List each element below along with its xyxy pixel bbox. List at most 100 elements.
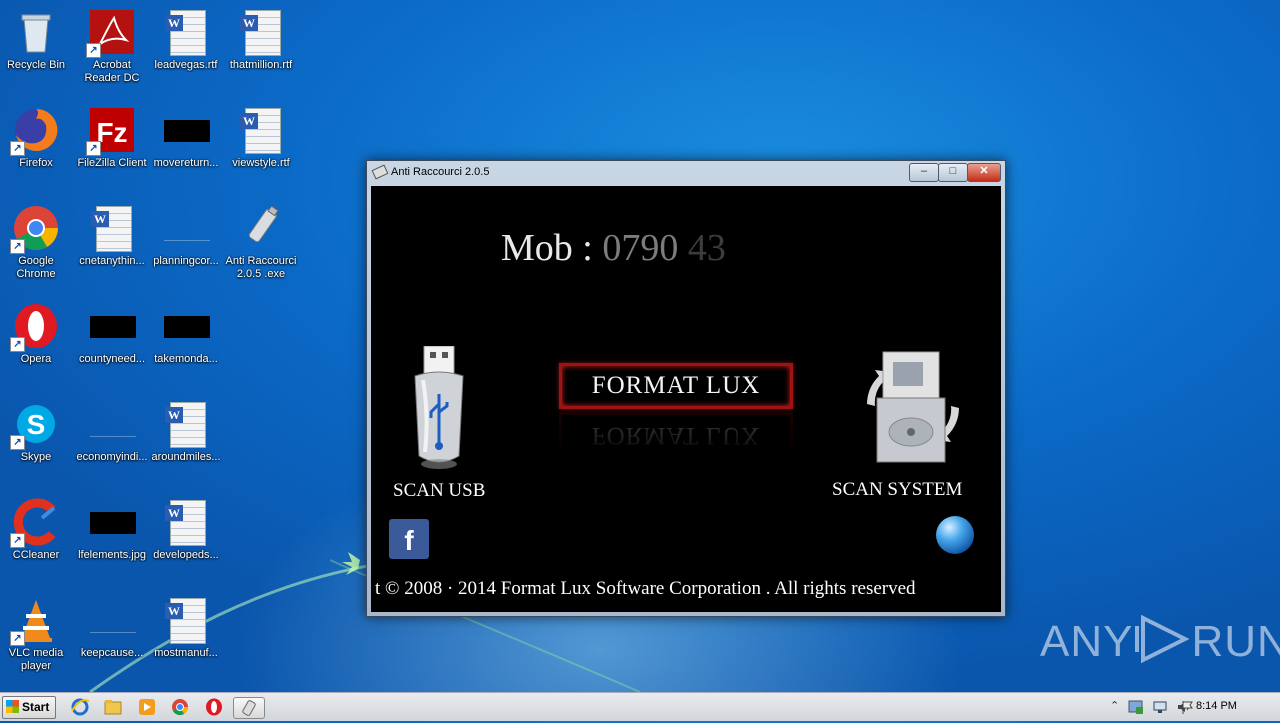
taskbar-clock[interactable]: 8:14 PM — [1196, 700, 1237, 712]
desktop-icon-label: countyneed... — [78, 353, 146, 365]
desktop-icon-label: thatmillion.rtf — [229, 59, 293, 71]
desktop-icon-label: CCleaner — [12, 549, 60, 561]
image-file-icon — [88, 596, 136, 644]
facebook-icon[interactable]: f — [389, 519, 429, 559]
word-document-icon: W — [88, 204, 136, 252]
internet-explorer-icon[interactable] — [70, 697, 90, 717]
recycle-bin-icon — [12, 8, 60, 56]
desktop-icon-label: lfelements.jpg — [78, 549, 146, 561]
mobile-number: Mob : 0790 43 — [501, 226, 726, 270]
word-document-icon: W — [162, 400, 210, 448]
usb-stick-icon[interactable] — [409, 346, 469, 474]
explorer-folder-icon[interactable] — [103, 697, 123, 717]
word-document-icon: W — [237, 8, 285, 56]
image-file-icon — [88, 400, 136, 448]
desktop-icon-label: developeds... — [153, 549, 219, 561]
chrome-icon: ↗ — [10, 204, 60, 254]
desktop-icon-lfelements[interactable]: lfelements.jpg — [74, 498, 150, 562]
desktop-icon-ccleaner[interactable]: ↗ CCleaner — [0, 498, 74, 562]
desktop-icon-label: VLC media player — [8, 647, 64, 672]
desktop-icon-economyindi[interactable]: economyindi... — [74, 400, 150, 464]
shortcut-arrow-icon: ↗ — [10, 435, 25, 450]
desktop-icon-opera[interactable]: ↗ Opera — [0, 302, 74, 366]
desktop-icon-viewstyle[interactable]: W viewstyle.rtf — [223, 106, 299, 170]
window-title: Anti Raccourci 2.0.5 — [391, 166, 490, 178]
desktop-icon-label: Google Chrome — [16, 255, 56, 280]
desktop-icon-cnetanythin[interactable]: W cnetanythin... — [74, 204, 150, 268]
start-label: Start — [22, 700, 50, 714]
flag-icon[interactable] — [1180, 699, 1196, 715]
anti-raccourci-window: Anti Raccourci 2.0.5 – □ ✕ Mob : 0790 43… — [366, 160, 1006, 617]
desktop-icon-label: Opera — [20, 353, 52, 365]
format-lux-reflection: FORMAT LUX — [559, 412, 793, 458]
word-document-icon: W — [162, 498, 210, 546]
chrome-taskbar-icon[interactable] — [170, 697, 190, 717]
mob-number-faded: 43 — [687, 227, 726, 269]
desktop-icon-label: Firefox — [19, 157, 53, 169]
shortcut-arrow-icon: ↗ — [10, 337, 25, 352]
shortcut-arrow-icon: ↗ — [86, 43, 101, 58]
window-titlebar[interactable]: Anti Raccourci 2.0.5 – □ ✕ — [367, 161, 1005, 185]
desktop-icon-chrome[interactable]: ↗ Google Chrome — [0, 204, 74, 281]
desktop-icon-label: Recycle Bin — [6, 59, 66, 71]
desktop-icon-label: Skype — [20, 451, 52, 463]
filezilla-icon: Fz ↗ — [86, 106, 136, 156]
desktop-icon-anti-raccourci[interactable]: Anti Raccourci 2.0.5 .exe — [223, 204, 299, 281]
desktop-icon-label: mostmanuf... — [154, 647, 218, 659]
desktop-icon-mostmanuf[interactable]: W mostmanuf... — [148, 596, 224, 660]
desktop-icon-skype[interactable]: S ↗ Skype — [0, 400, 74, 464]
desktop-icon-planningcor[interactable]: planningcor... — [148, 204, 224, 268]
minimize-button[interactable]: – — [909, 163, 939, 182]
desktop-icon-acrobat[interactable]: ↗ Acrobat Reader DC — [74, 8, 150, 85]
word-document-icon: W — [237, 106, 285, 154]
tray-chevron-icon[interactable]: ⌃ — [1110, 699, 1119, 712]
shortcut-arrow-icon: ↗ — [10, 631, 25, 646]
image-file-icon — [88, 302, 136, 350]
desktop-icon-thatmillion[interactable]: W thatmillion.rtf — [223, 8, 299, 72]
desktop-icon-takemonda[interactable]: takemonda... — [148, 302, 224, 366]
desktop-icon-recycle-bin[interactable]: Recycle Bin — [0, 8, 74, 72]
desktop-icon-label: Anti Raccourci 2.0.5 .exe — [225, 255, 297, 280]
website-globe-icon[interactable] — [936, 516, 974, 554]
desktop-icon-aroundmiles[interactable]: W aroundmiles... — [148, 400, 224, 464]
desktop-icon-movereturn[interactable]: movereturn... — [148, 106, 224, 170]
desktop-icon-label: viewstyle.rtf — [232, 157, 290, 169]
watermark-text-right: RUN — [1191, 617, 1280, 666]
usb-drive-icon — [237, 204, 285, 252]
firefox-icon: ↗ — [10, 106, 60, 156]
desktop-icon-developeds[interactable]: W developeds... — [148, 498, 224, 562]
desktop-icon-leadvegas[interactable]: W leadvegas.rtf — [148, 8, 224, 72]
acrobat-reader-icon: ↗ — [86, 8, 136, 58]
close-button[interactable]: ✕ — [967, 163, 1001, 182]
mob-number: 0790 — [602, 227, 679, 269]
desktop-icon-label: economyindi... — [76, 451, 148, 463]
media-player-icon[interactable] — [137, 697, 157, 717]
svg-text:Fz: Fz — [96, 117, 127, 148]
scan-system-label[interactable]: SCAN SYSTEM — [832, 479, 962, 501]
mob-label: Mob : — [501, 227, 603, 269]
desktop-icon-keepcause[interactable]: keepcause... — [74, 596, 150, 660]
network-icon[interactable] — [1152, 699, 1168, 715]
scan-usb-label[interactable]: SCAN USB — [393, 480, 485, 502]
desktop-icon-vlc[interactable]: ↗ VLC media player — [0, 596, 74, 673]
shortcut-arrow-icon: ↗ — [10, 533, 25, 548]
word-document-icon: W — [162, 8, 210, 56]
shortcut-arrow-icon: ↗ — [10, 239, 25, 254]
desktop-icon-filezilla[interactable]: Fz ↗ FileZilla Client — [74, 106, 150, 170]
desktop-icon-countyneed[interactable]: countyneed... — [74, 302, 150, 366]
anti-raccourci-taskbar-button[interactable] — [233, 697, 265, 719]
action-center-icon[interactable] — [1128, 699, 1144, 715]
word-document-icon: W — [162, 596, 210, 644]
opera-taskbar-icon[interactable] — [204, 697, 224, 717]
format-lux-button[interactable]: FORMAT LUX — [559, 363, 793, 409]
play-logo-icon — [1135, 614, 1190, 664]
hard-drive-icon[interactable] — [855, 348, 971, 468]
anyrun-watermark: ANY RUN — [1040, 614, 1280, 667]
maximize-button[interactable]: □ — [938, 163, 968, 182]
image-file-icon — [88, 498, 136, 546]
image-file-icon — [162, 302, 210, 350]
vlc-icon: ↗ — [10, 596, 60, 646]
watermark-text-left: ANY — [1040, 617, 1134, 666]
desktop-icon-firefox[interactable]: ↗ Firefox — [0, 106, 74, 170]
start-button[interactable]: Start — [2, 696, 56, 719]
